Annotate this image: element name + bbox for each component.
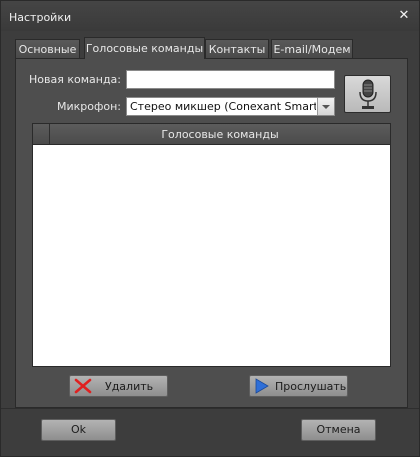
ok-button[interactable]: Ok [41, 419, 116, 441]
listen-button[interactable]: Прослушать [249, 375, 348, 397]
settings-window: Настройки ✕ Основные Голосовые команды К… [0, 0, 420, 457]
microphone-select[interactable]: Стерео микшер (Conexant SmartA... [126, 97, 335, 116]
voice-commands-list[interactable]: Голосовые команды [32, 123, 391, 367]
microphone-button[interactable] [344, 75, 391, 113]
new-command-label: Новая команда: [29, 73, 121, 86]
list-header: Голосовые команды [33, 124, 390, 145]
microphone-icon [359, 79, 377, 109]
window-title: Настройки [9, 11, 72, 24]
red-x-icon [74, 378, 92, 394]
play-icon [255, 378, 269, 394]
new-command-input[interactable] [126, 70, 335, 89]
close-icon[interactable]: ✕ [397, 9, 411, 23]
list-header-corner [33, 124, 50, 144]
microphone-select-value: Стерео микшер (Conexant SmartA... [130, 100, 316, 113]
listen-button-label: Прослушать [275, 380, 347, 393]
tab-email-modem[interactable]: E-mail/Модем [271, 39, 353, 58]
tab-contacts[interactable]: Контакты [205, 39, 269, 58]
delete-button[interactable]: Удалить [69, 375, 168, 397]
chevron-down-icon[interactable] [317, 98, 334, 115]
column-header-voice-commands[interactable]: Голосовые команды [50, 128, 390, 141]
footer-divider [1, 408, 419, 409]
title-bar: Настройки ✕ [1, 1, 419, 31]
microphone-label: Микрофон: [56, 100, 121, 113]
cancel-button[interactable]: Отмена [301, 419, 376, 441]
tab-voice-commands[interactable]: Голосовые команды [84, 37, 205, 59]
delete-button-label: Удалить [105, 380, 154, 393]
tab-general[interactable]: Основные [15, 39, 80, 58]
